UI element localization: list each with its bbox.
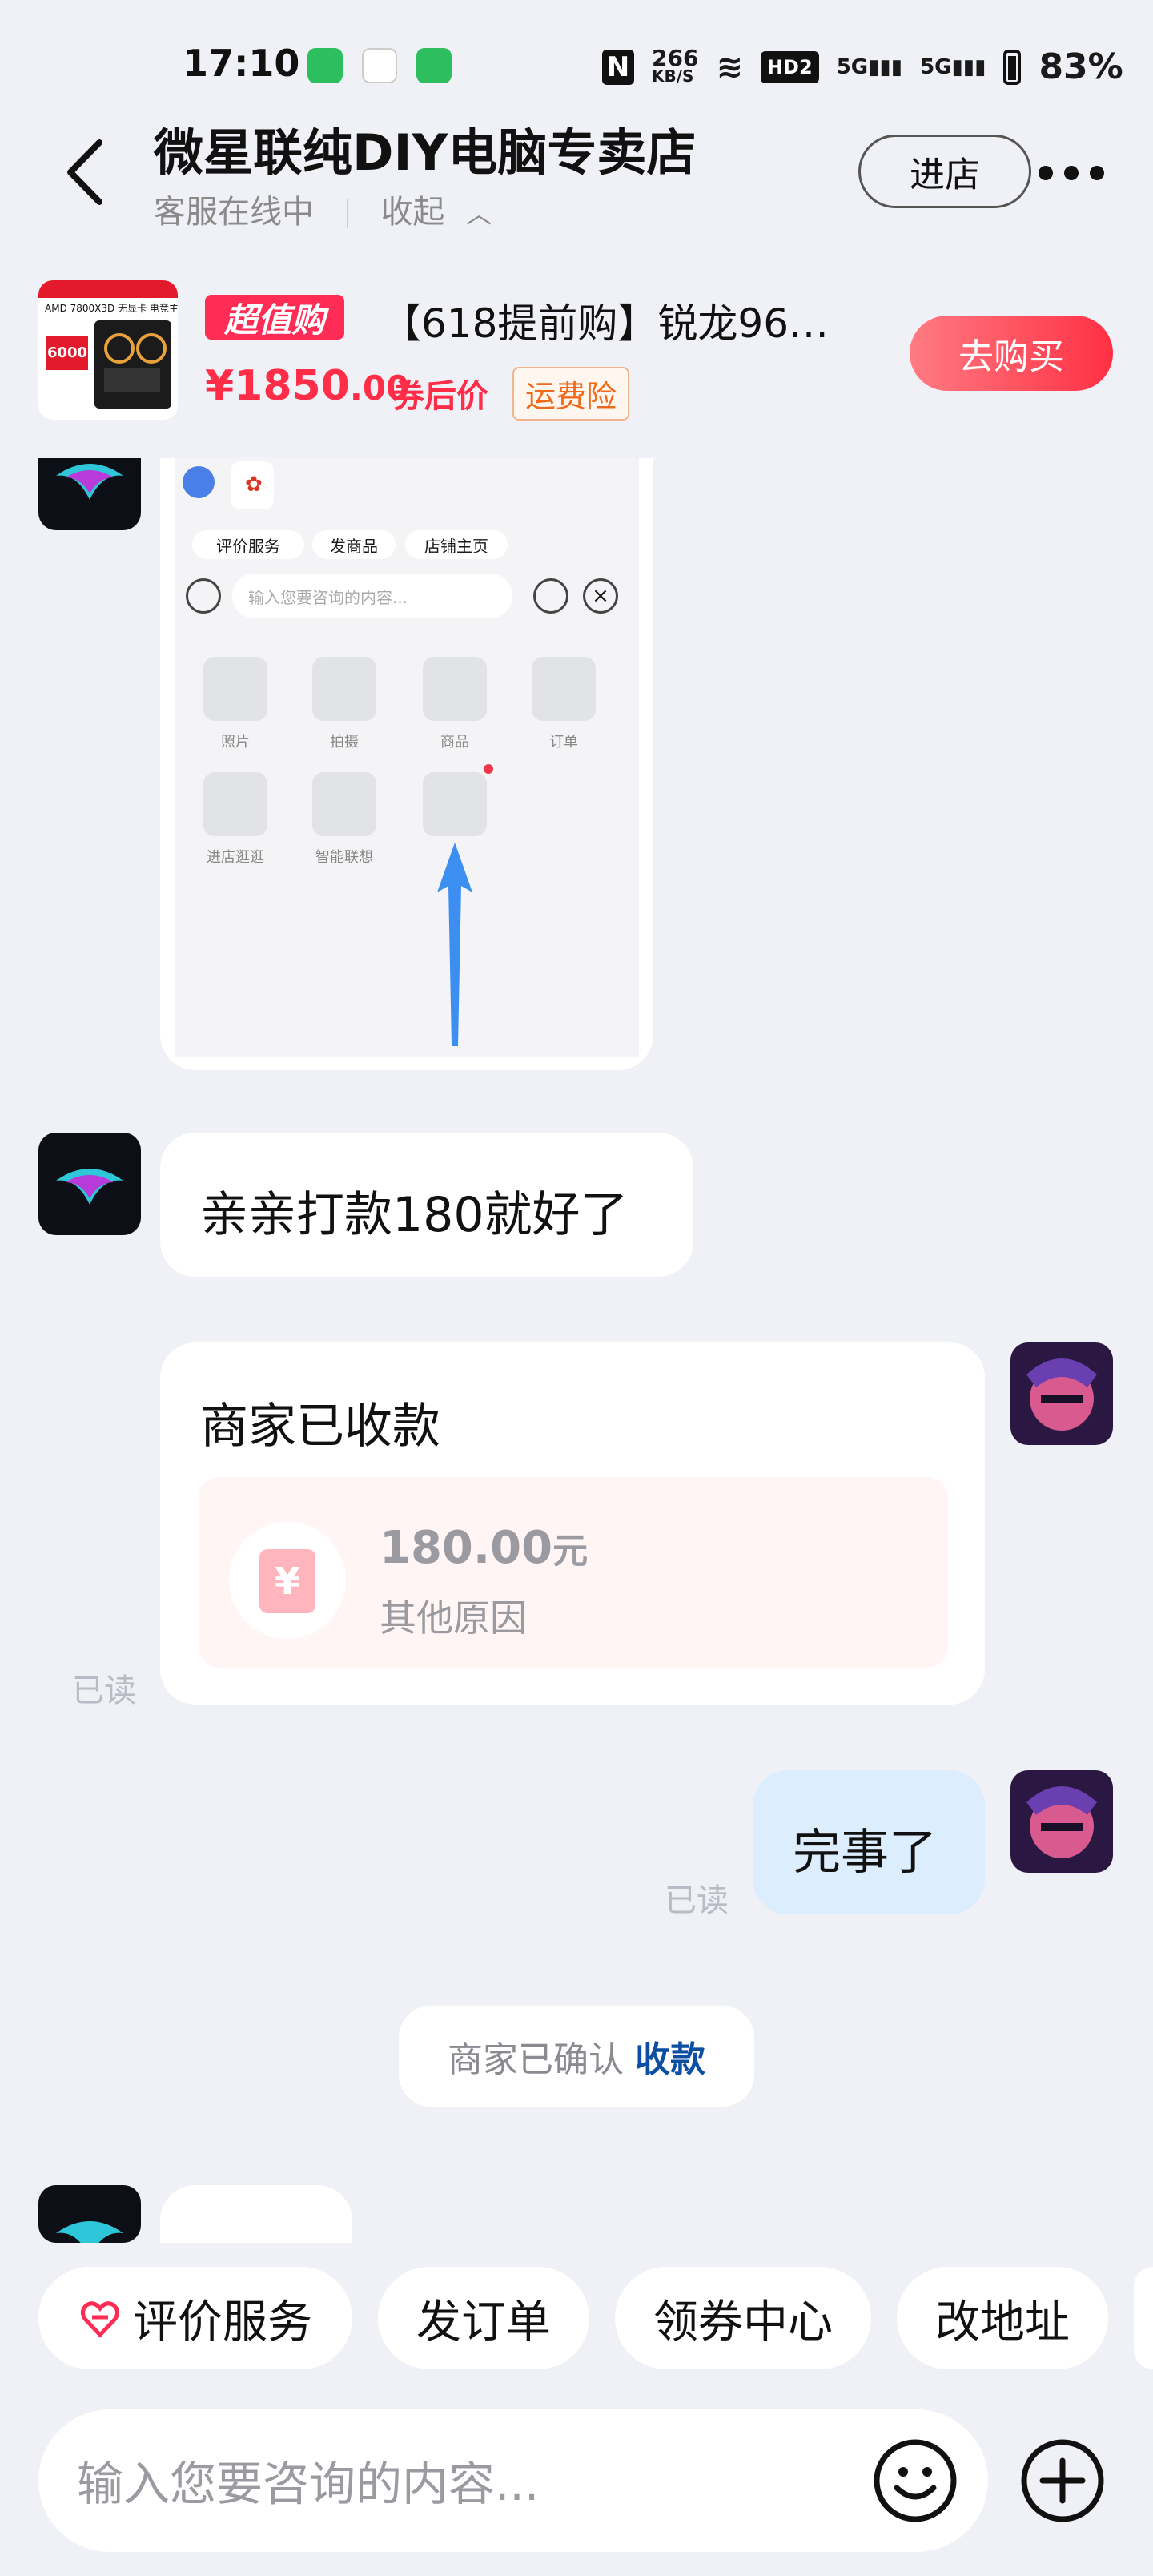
embedded-emoji-icon — [533, 578, 568, 614]
payment-detail: ¥ 180.00元 其他原因 — [199, 1477, 948, 1668]
input-placeholder: 输入您要咨询的内容... — [77, 2457, 540, 2511]
embedded-rose-sticker: ✿ — [231, 461, 274, 509]
chip-label: 发订单 — [416, 2296, 551, 2349]
battery-percent: 83% — [1039, 46, 1123, 87]
embedded-label: 订单 — [549, 734, 578, 751]
user-message[interactable]: 完事了 — [753, 1770, 985, 1914]
chip-label: 改地址 — [935, 2296, 1070, 2349]
deal-badge: 超值购 — [205, 295, 345, 340]
send-order-chip[interactable]: 发订单 — [378, 2267, 589, 2369]
sim2-signal-icon: 5G▮▮▮ — [920, 54, 986, 79]
payment-card[interactable]: 商家已收款 ¥ 180.00元 其他原因 — [160, 1342, 985, 1705]
embedded-screenshot: ✿ 评价服务 发商品 店铺主页 输入您要咨询的内容... × 照片 拍摄 商品 … — [175, 417, 639, 1057]
user-avatar[interactable] — [1010, 1770, 1113, 1873]
status-time: 17:10 — [183, 42, 300, 85]
message-text: 完事了 — [793, 1825, 937, 1881]
product-thumbnail[interactable]: AMD 7800X3D 无显卡 电竞主机 6000 — [38, 280, 178, 420]
back-arrow-icon[interactable] — [58, 136, 114, 208]
app-icon — [362, 48, 397, 83]
pc-case-image — [94, 320, 171, 409]
embedded-close-icon: × — [583, 578, 618, 614]
embedded-label: 商品 — [440, 734, 469, 751]
chip-label: 领券中心 — [653, 2296, 833, 2349]
more-chip-partial[interactable] — [1134, 2267, 1153, 2369]
payment-title: 商家已收款 — [200, 1399, 440, 1455]
merchant-message[interactable]: 亲亲打款180就好了 — [160, 1133, 693, 1277]
payment-unit: 元 — [552, 1531, 589, 1572]
sim1-signal-icon: 5G▮▮▮ — [836, 54, 903, 79]
read-receipt: 已读 — [665, 1882, 729, 1919]
collapse-toggle[interactable]: 收起 — [380, 194, 444, 231]
more-icon[interactable] — [1030, 157, 1113, 189]
merchant-avatar[interactable] — [38, 2185, 141, 2243]
embedded-photo-icon — [203, 657, 267, 721]
embedded-chip: 发商品 — [312, 530, 396, 559]
payment-reason: 其他原因 — [380, 1596, 527, 1640]
chevron-up-icon[interactable]: ︿ — [466, 194, 492, 231]
rate-service-chip[interactable]: 评价服务 — [38, 2267, 352, 2369]
nfc-icon: N — [602, 49, 634, 85]
payment-amount: 180.00 — [380, 1522, 553, 1574]
product-title[interactable]: 【618提前购】锐龙96… — [381, 292, 854, 349]
plus-icon[interactable] — [1018, 2437, 1107, 2525]
embedded-yuan-icon — [423, 772, 487, 836]
embedded-voice-icon — [186, 578, 221, 614]
image-message[interactable]: ✿ 评价服务 发商品 店铺主页 输入您要咨询的内容... × 照片 拍摄 商品 … — [160, 417, 653, 1070]
payment-amount-row: 180.00元 — [380, 1522, 588, 1574]
status-right: N 266 KB/S ≋ HD2 5G▮▮▮ 5G▮▮▮ 83% — [602, 46, 1123, 87]
embedded-input: 输入您要咨询的内容... — [232, 574, 512, 618]
merchant-avatar[interactable] — [38, 1133, 141, 1235]
embedded-chip: 评价服务 — [192, 530, 304, 559]
net-speed: 266 KB/S — [652, 44, 699, 86]
read-receipt: 已读 — [72, 1672, 136, 1709]
hd-icon: HD2 — [760, 50, 819, 83]
yuan-badge-icon: ¥ — [229, 1522, 346, 1639]
embedded-red-dot — [484, 764, 493, 774]
divider — [346, 199, 348, 228]
confirm-receipt-link[interactable]: 收款 — [635, 2031, 705, 2082]
embedded-goods-icon — [423, 657, 487, 721]
user-avatar[interactable] — [1010, 1342, 1113, 1445]
embedded-camera-icon — [312, 657, 376, 721]
chip-label: 评价服务 — [133, 2296, 312, 2349]
system-notice-text: 商家已确认 — [448, 2039, 624, 2080]
emoji-icon[interactable] — [871, 2437, 959, 2525]
shipping-insurance-tag: 运费险 — [512, 367, 630, 421]
embedded-bulb-icon — [312, 772, 376, 836]
system-notice: 商家已确认 收款 — [399, 2006, 754, 2107]
enter-store-button[interactable]: 进店 — [858, 135, 1031, 208]
arrow-up-icon — [437, 843, 472, 1046]
embedded-label: 进店逛逛 — [207, 849, 264, 866]
embedded-label: 照片 — [221, 734, 250, 751]
shop-name[interactable]: 微星联纯DIY电脑专卖店 — [154, 112, 696, 184]
battery-icon — [1003, 49, 1022, 85]
embedded-label: 智能联想 — [315, 849, 373, 866]
thumb-heading: AMD 7800X3D 无显卡 电竞主机 — [45, 303, 178, 314]
thumb-price: 6000 — [46, 336, 88, 370]
top-header: 17:10 N 266 KB/S ≋ HD2 5G▮▮▮ 5G▮▮▮ 83% 微… — [0, 0, 1153, 458]
embedded-label: 拍摄 — [330, 734, 359, 751]
change-address-chip[interactable]: 改地址 — [897, 2267, 1108, 2369]
service-status: 客服在线中 — [154, 194, 314, 231]
message-text: 亲亲打款180就好了 — [200, 1187, 629, 1243]
product-price: ¥1850.00 — [205, 362, 410, 410]
service-status-row: 客服在线中 收起 ︿ — [154, 186, 492, 232]
price-note: 券后价 — [392, 378, 488, 415]
embedded-order-icon — [532, 657, 596, 721]
messages-app-icon — [307, 48, 343, 83]
embedded-chip: 店铺主页 — [405, 530, 508, 559]
battery-saver-icon — [416, 48, 452, 83]
wifi-icon: ≋ — [716, 48, 743, 86]
merchant-message-partial[interactable] — [160, 2185, 352, 2243]
buy-button[interactable]: 去购买 — [910, 316, 1113, 391]
coupon-center-chip[interactable]: 领券中心 — [615, 2267, 871, 2369]
embedded-avatar — [183, 466, 215, 498]
embedded-store-icon — [203, 772, 267, 836]
heart-icon — [80, 2301, 120, 2338]
